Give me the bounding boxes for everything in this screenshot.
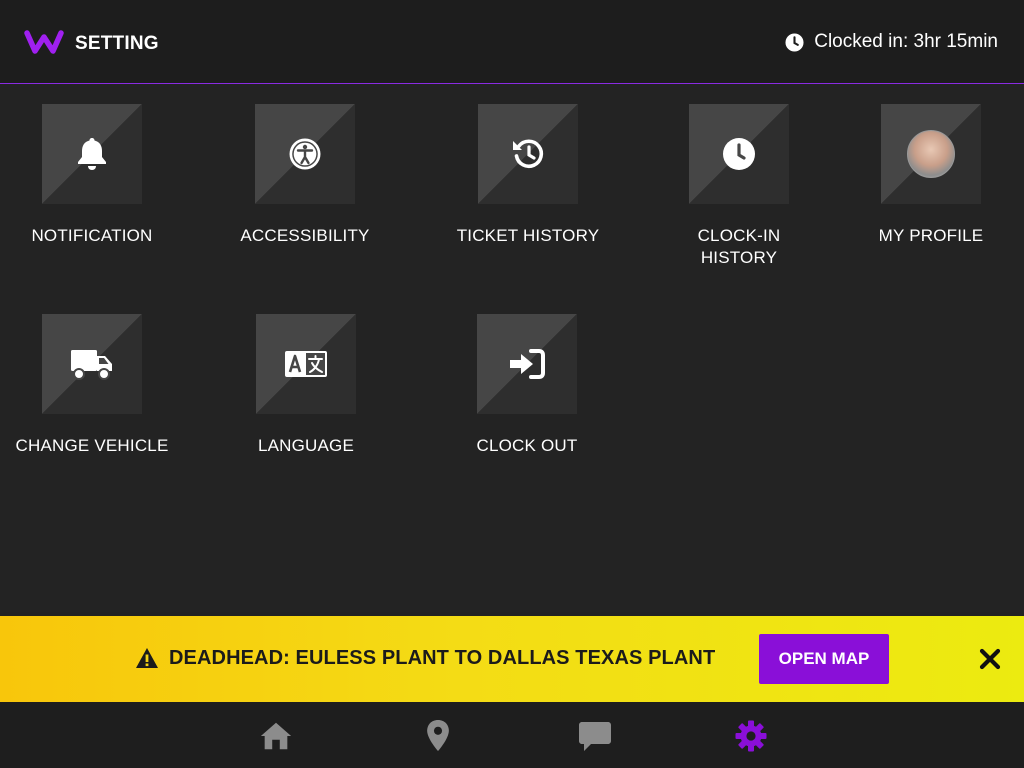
tile-label: CHANGE VEHICLE [15, 436, 169, 455]
tile-ticket-history[interactable]: TICKET HISTORY [428, 104, 628, 247]
tile-label: TICKET HISTORY [456, 226, 600, 245]
tile-my-profile[interactable]: MY PROFILE [831, 104, 1024, 247]
tile-label: ACCESSIBILITY [240, 226, 370, 245]
map-pin-icon [427, 719, 449, 752]
clock-status: Clocked in: 3hr 15min [785, 31, 998, 53]
nav-home[interactable] [256, 718, 296, 754]
truck-icon [71, 350, 112, 380]
clock-icon [723, 138, 755, 170]
tile-language[interactable]: LANGUAGE [206, 314, 406, 457]
banner-text: DEADHEAD: EULESS PLANT TO DALLAS TEXAS P… [169, 647, 716, 669]
sign-in-icon [510, 349, 545, 379]
page-title: SETTING [75, 33, 159, 54]
tile-box[interactable] [478, 104, 578, 204]
tile-box[interactable] [42, 104, 142, 204]
tile-notification[interactable]: NOTIFICATION [0, 104, 192, 247]
tile-box[interactable] [881, 104, 981, 204]
nav-map[interactable] [418, 718, 458, 754]
tile-box[interactable] [256, 314, 356, 414]
tile-box[interactable] [477, 314, 577, 414]
header: SETTING Clocked in: 3hr 15min [0, 0, 1024, 84]
deadhead-banner: DEADHEAD: EULESS PLANT TO DALLAS TEXAS P… [0, 616, 1024, 702]
tile-label-line: HISTORY [700, 248, 778, 267]
tile-label-line: CLOCK-IN [697, 226, 781, 245]
close-icon[interactable] [979, 648, 1001, 670]
logo-icon [24, 30, 64, 54]
tile-label: NOTIFICATION [31, 226, 153, 245]
gear-icon [735, 720, 767, 752]
warning-icon [136, 648, 158, 668]
history-icon [513, 139, 544, 169]
open-map-button[interactable]: OPEN MAP [759, 634, 889, 684]
translate-icon [285, 351, 327, 377]
tile-box[interactable] [689, 104, 789, 204]
tile-label: CLOCK OUT [476, 436, 578, 455]
tile-change-vehicle[interactable]: CHANGE VEHICLE [0, 314, 192, 457]
nav-chat[interactable] [575, 718, 615, 754]
clock-status-text: Clocked in: 3hr 15min [814, 31, 998, 52]
tile-label: LANGUAGE [257, 436, 355, 455]
tile-clock-in-history[interactable]: CLOCK-IN HISTORY [639, 104, 839, 269]
tile-label: CLOCK-IN HISTORY [639, 225, 839, 269]
avatar [907, 130, 955, 178]
clock-icon [785, 32, 804, 52]
chat-icon [579, 722, 611, 751]
tile-accessibility[interactable]: ACCESSIBILITY [205, 104, 405, 247]
accessibility-icon [289, 138, 321, 170]
bell-icon [78, 138, 106, 170]
nav-settings[interactable] [731, 718, 771, 754]
home-icon [260, 722, 292, 750]
bottom-nav [0, 702, 1024, 768]
tile-box[interactable] [255, 104, 355, 204]
tile-label: MY PROFILE [878, 226, 984, 245]
tile-clock-out[interactable]: CLOCK OUT [427, 314, 627, 457]
tile-box[interactable] [42, 314, 142, 414]
